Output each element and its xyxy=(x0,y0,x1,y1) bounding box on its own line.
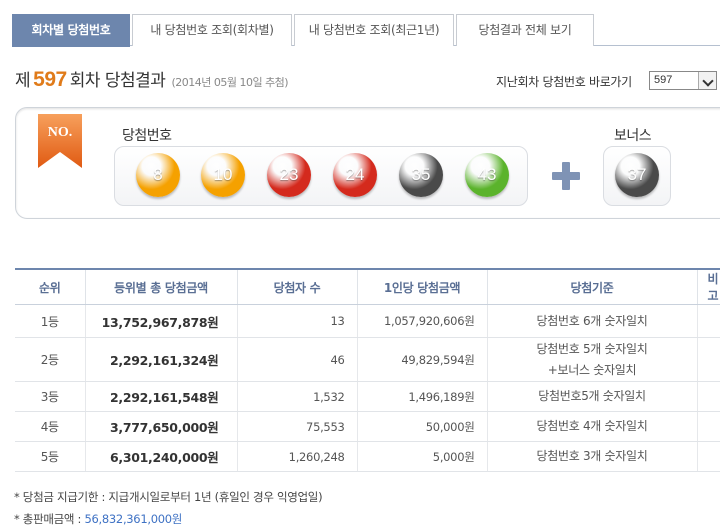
chevron-down-icon[interactable] xyxy=(698,72,716,89)
cell-winners: 13 xyxy=(236,304,357,338)
cell-per-winner: 1,057,920,606원 xyxy=(356,304,487,338)
table-row: 2등 2,292,161,324원 46 49,829,594원 당첨번호 5개… xyxy=(15,337,720,382)
criteria-line: 당첨번호5개 숫자일치 xyxy=(538,389,646,403)
table-row: 1등 13,752,967,878원 13 1,057,920,606원 당첨번… xyxy=(15,304,720,338)
cell-criteria: 당첨번호 4개 숫자일치 xyxy=(486,411,697,442)
tab-bar: 회차별 당첨번호 내 당첨번호 조회(회차별) 내 당첨번호 조회(최근1년) … xyxy=(12,14,720,47)
total-sales-label: * 총판매금액 : xyxy=(14,512,85,526)
cell-rank: 2등 xyxy=(15,337,85,382)
total-sales-note: * 총판매금액 : 56,832,361,000원 xyxy=(14,511,182,527)
plus-icon xyxy=(552,162,580,190)
tab-my-numbers-last-year[interactable]: 내 당첨번호 조회(최근1년) xyxy=(294,14,454,46)
cell-rank: 4등 xyxy=(15,411,85,442)
cell-note xyxy=(696,441,720,472)
cell-total: 13,752,967,878원 xyxy=(84,304,237,338)
cell-note xyxy=(696,337,720,382)
cell-rank: 3등 xyxy=(15,381,85,412)
tab-all-results[interactable]: 당첨결과 전체 보기 xyxy=(456,14,594,46)
table-row: 5등 6,301,240,000원 1,260,248 5,000원 당첨번호 … xyxy=(15,441,720,472)
criteria-line: 당첨번호 5개 숫자일치 xyxy=(536,341,648,356)
col-header-criteria: 당첨기준 xyxy=(486,268,697,305)
title-prefix: 제 xyxy=(15,71,31,91)
cell-winners: 1,260,248 xyxy=(236,441,357,472)
cell-per-winner: 50,000원 xyxy=(356,411,487,442)
cell-criteria: 당첨번호5개 숫자일치 xyxy=(486,381,697,412)
winning-ball-4: 24 xyxy=(333,153,377,197)
cell-total: 3,777,650,000원 xyxy=(84,411,237,442)
cell-rank: 1등 xyxy=(15,304,85,338)
col-header-winners: 당첨자 수 xyxy=(236,268,357,305)
cell-criteria: 당첨번호 5개 숫자일치 +보너스 숫자일치 xyxy=(486,337,697,382)
cell-winners: 75,553 xyxy=(236,411,357,442)
col-header-total: 등위별 총 당첨금액 xyxy=(84,268,237,305)
ribbon-text: NO. xyxy=(48,125,73,140)
table-row: 3등 2,292,161,548원 1,532 1,496,189원 당첨번호5… xyxy=(15,381,720,412)
draw-date: (2014년 05월 10일 추첨) xyxy=(171,76,289,89)
winning-ball-1: 8 xyxy=(136,153,180,197)
cell-winners: 46 xyxy=(236,337,357,382)
table-row: 4등 3,777,650,000원 75,553 50,000원 당첨번호 4개… xyxy=(15,411,720,442)
goto-label: 지난회차 당첨번호 바로가기 xyxy=(496,75,632,89)
page-title: 제 597 회차 당첨결과 (2014년 05월 10일 추첨) xyxy=(15,66,289,92)
col-header-note: 비고 xyxy=(696,268,720,305)
bonus-label: 보너스 xyxy=(614,128,652,144)
cell-per-winner: 49,829,594원 xyxy=(356,337,487,382)
payout-deadline-note: * 당첨금 지급기한 : 지급개시일로부터 1년 (휴일인 경우 익영업일) xyxy=(14,490,323,504)
bonus-ball: 37 xyxy=(615,153,659,197)
prize-table: 순위 등위별 총 당첨금액 당첨자 수 1인당 당첨금액 당첨기준 비고 1등 … xyxy=(15,268,720,472)
ribbon-icon: NO. xyxy=(38,114,82,168)
winning-ball-5: 35 xyxy=(399,153,443,197)
criteria-line: 당첨번호 3개 숫자일치 xyxy=(536,449,648,463)
total-sales-value: 56,832,361,000원 xyxy=(84,512,183,526)
table-header-row: 순위 등위별 총 당첨금액 당첨자 수 1인당 당첨금액 당첨기준 비고 xyxy=(15,268,720,305)
round-select-value: 597 xyxy=(654,74,673,86)
winning-ball-6: 43 xyxy=(465,153,509,197)
cell-per-winner: 5,000원 xyxy=(356,441,487,472)
tab-round-winning-numbers[interactable]: 회차별 당첨번호 xyxy=(12,14,130,47)
criteria-line: 당첨번호 6개 숫자일치 xyxy=(536,313,648,328)
cell-note xyxy=(696,381,720,412)
winning-ball-3: 23 xyxy=(267,153,311,197)
cell-total: 6,301,240,000원 xyxy=(84,441,237,472)
cell-total: 2,292,161,548원 xyxy=(84,381,237,412)
title-suffix: 회차 당첨결과 xyxy=(69,71,166,91)
tab-my-numbers-by-round[interactable]: 내 당첨번호 조회(회차별) xyxy=(132,14,292,46)
cell-criteria: 당첨번호 3개 숫자일치 xyxy=(486,441,697,472)
cell-note xyxy=(696,411,720,442)
cell-per-winner: 1,496,189원 xyxy=(356,381,487,412)
col-header-rank: 순위 xyxy=(15,268,85,305)
cell-total: 2,292,161,324원 xyxy=(84,337,237,382)
criteria-line: 당첨번호 4개 숫자일치 xyxy=(536,419,648,433)
cell-criteria: 당첨번호 6개 숫자일치 xyxy=(486,304,697,338)
winning-ball-2: 10 xyxy=(201,153,245,197)
cell-rank: 5등 xyxy=(15,441,85,472)
criteria-line-bonus: +보너스 숫자일치 xyxy=(547,362,637,377)
cell-note xyxy=(696,304,720,338)
winning-numbers-label: 당첨번호 xyxy=(122,128,172,144)
cell-winners: 1,532 xyxy=(236,381,357,412)
col-header-per-winner: 1인당 당첨금액 xyxy=(356,268,487,305)
round-number: 597 xyxy=(33,68,67,91)
round-select[interactable]: 597 xyxy=(649,71,717,90)
